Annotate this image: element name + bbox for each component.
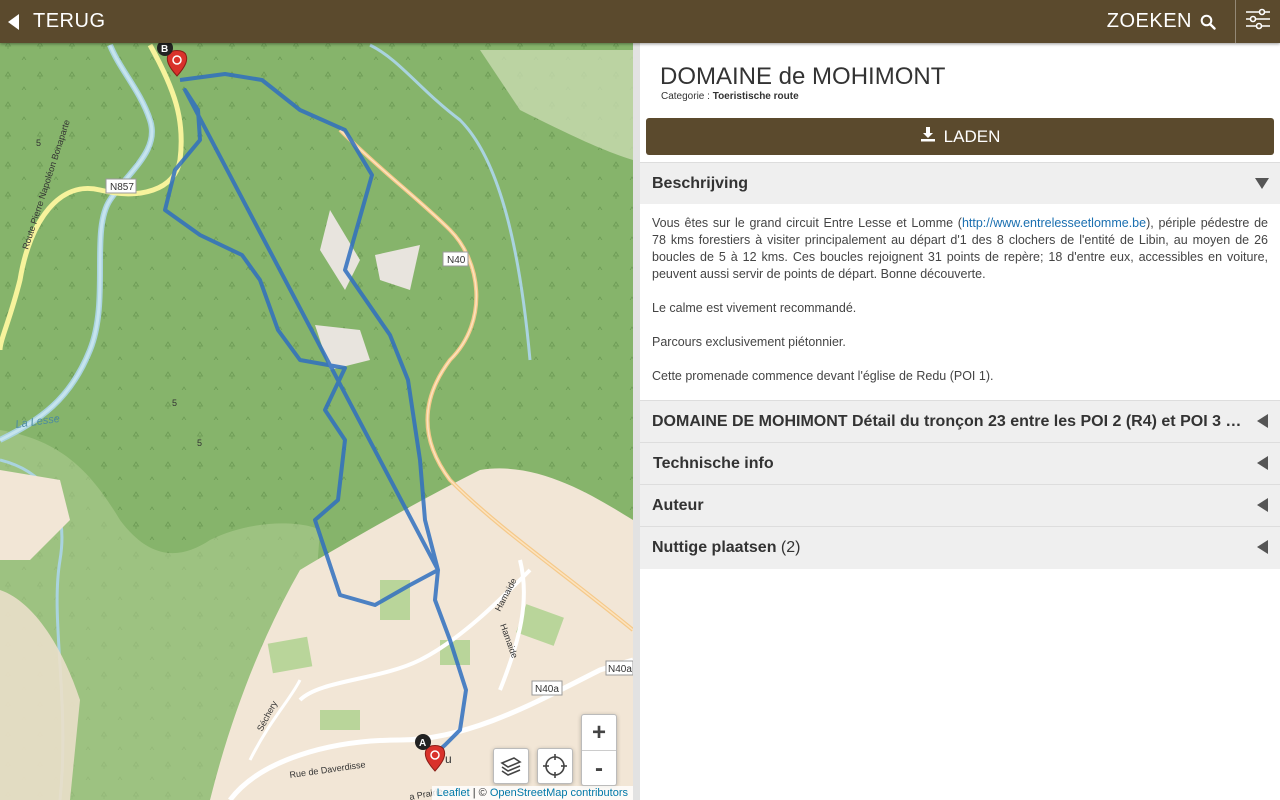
description-section-header[interactable]: Beschrijving: [640, 162, 1280, 204]
caret-left-icon: [1257, 456, 1268, 470]
map-number-label-c: 5: [197, 438, 202, 448]
troncon-section-title: DOMAINE DE MOHIMONT Détail du tronçon 23…: [652, 413, 1242, 430]
crosshair-icon: [538, 754, 572, 787]
end-marker-label: B: [161, 44, 168, 55]
zoom-control: + -: [581, 714, 617, 786]
category-line: Categorie : Toeristische route: [661, 91, 799, 102]
places-count: (2): [780, 539, 801, 556]
layers-icon: [494, 757, 528, 787]
road-label-n40a: N40a: [535, 684, 559, 695]
tech-info-section-title: Technische info: [653, 455, 774, 472]
author-section-header[interactable]: Auteur: [640, 484, 1280, 526]
map-number-label-a: 5: [36, 138, 41, 148]
village-label: u: [445, 752, 452, 766]
detail-panel: DOMAINE de MOHIMONT Categorie : Toeristi…: [640, 43, 1280, 800]
places-section-title: Nuttige plaatsen (2): [652, 527, 800, 568]
page-title: DOMAINE de MOHIMONT: [660, 63, 946, 90]
top-bar: TERUG ZOEKEN: [0, 0, 1280, 43]
caret-left-icon: [1257, 540, 1268, 554]
map-number-label-b: 5: [172, 398, 177, 408]
filter-button[interactable]: [1235, 0, 1280, 43]
category-label: Categorie :: [661, 91, 713, 102]
back-arrow-icon: [8, 13, 19, 30]
description-paragraph-4: Cette promenade commence devant l'église…: [652, 369, 994, 383]
category-value: Toeristische route: [712, 91, 799, 102]
road-label-n40a-2: N40a: [608, 664, 632, 675]
back-label: TERUG: [33, 10, 106, 32]
download-label: LADEN: [943, 126, 1001, 146]
leaflet-link[interactable]: Leaflet: [437, 787, 470, 799]
filter-sliders-icon: [1245, 8, 1271, 35]
places-label: Nuttige plaatsen: [652, 539, 777, 556]
author-section-title: Auteur: [652, 497, 704, 514]
description-text-1a: Vous êtes sur le grand circuit Entre Les…: [652, 216, 962, 230]
zoom-out-button[interactable]: -: [582, 751, 616, 786]
places-section-header[interactable]: Nuttige plaatsen (2): [640, 526, 1280, 569]
download-button[interactable]: LADEN: [646, 118, 1274, 155]
tech-info-section-header[interactable]: Technische info: [640, 442, 1280, 484]
search-icon: [1200, 14, 1216, 30]
locate-button[interactable]: [537, 748, 573, 784]
search-label: ZOEKEN: [1106, 10, 1192, 32]
road-label-n857: N857: [110, 182, 134, 193]
back-button[interactable]: TERUG: [8, 0, 106, 43]
road-label-n40: N40: [447, 255, 466, 266]
caret-left-icon: [1257, 414, 1268, 428]
map-panel-divider[interactable]: [633, 43, 640, 800]
download-icon: [920, 126, 936, 147]
start-marker-label: A: [419, 738, 426, 749]
description-paragraph-1: Vous êtes sur le grand circuit Entre Les…: [652, 215, 1268, 283]
description-paragraph-2: Le calme est vivement recommandé.: [652, 301, 857, 315]
zoom-in-button[interactable]: +: [582, 715, 616, 751]
search-button[interactable]: ZOEKEN: [1107, 0, 1216, 43]
caret-down-icon: [1255, 178, 1269, 189]
description-section-title: Beschrijving: [652, 175, 749, 192]
troncon-section-header[interactable]: DOMAINE DE MOHIMONT Détail du tronçon 23…: [640, 400, 1280, 442]
layers-button[interactable]: [493, 748, 529, 784]
osm-link[interactable]: OpenStreetMap contributors: [490, 787, 628, 799]
caret-left-icon: [1257, 498, 1268, 512]
map-tiles: N857 N40 N40a N40a La Lesse Route Pierre…: [0, 43, 633, 800]
description-body: Vous êtes sur le grand circuit Entre Les…: [652, 215, 1268, 402]
attribution-separator: | ©: [469, 787, 490, 799]
description-paragraph-3: Parcours exclusivement piétonnier.: [652, 335, 846, 349]
map-view[interactable]: N857 N40 N40a N40a La Lesse Route Pierre…: [0, 43, 633, 800]
website-link[interactable]: http://www.entrelesseetlomme.be: [962, 216, 1146, 230]
map-attribution: Leaflet | © OpenStreetMap contributors: [431, 786, 633, 800]
